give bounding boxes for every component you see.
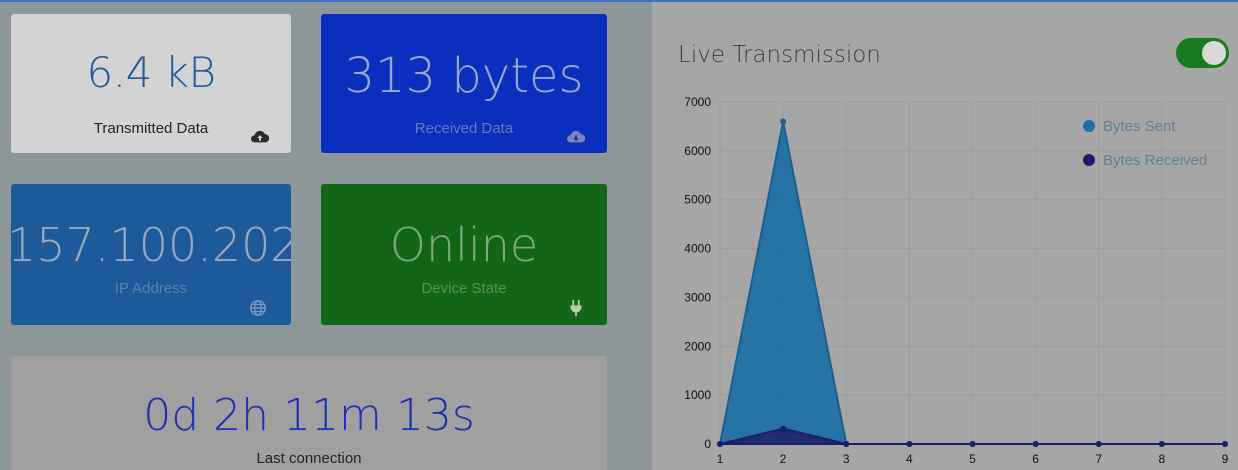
y-tick-label: 4000 — [684, 242, 711, 256]
ip-address-label: IP Address — [114, 280, 188, 297]
transmission-chart: 0 1000 2000 3000 4000 5000 6000 7000 1 2 3 4 5 6 7 8 9 By… — [684, 95, 1229, 466]
device-state-tile: Online Device State — [321, 184, 607, 325]
y-tick-label: 5000 — [684, 193, 711, 207]
transmitted-data-tile: 6.4 kB Transmitted Data — [11, 14, 291, 153]
data-point-bytes-received — [1095, 441, 1102, 447]
data-point-bytes-received — [843, 441, 850, 447]
y-tick-label: 7000 — [684, 95, 711, 109]
cloud-upload-icon — [251, 130, 269, 143]
ip-address-value: 157.100.202.84 — [11, 218, 291, 272]
x-tick-label: 6 — [1032, 452, 1039, 466]
legend-label: Bytes Sent — [1103, 118, 1176, 135]
device-state-label: Device State — [421, 280, 507, 297]
x-tick-label: 4 — [906, 452, 913, 466]
last-connection-tile: 0d 2h 11m 13s Last connection — [11, 356, 607, 470]
x-tick-label: 5 — [969, 452, 976, 466]
received-data-value: 313 bytes — [344, 48, 584, 104]
last-connection-label: Last connection — [256, 450, 362, 467]
legend-marker — [1083, 120, 1095, 132]
x-tick-label: 3 — [843, 452, 850, 466]
x-tick-label: 9 — [1222, 452, 1229, 466]
data-point-bytes-received — [1222, 441, 1228, 447]
data-point-bytes-received — [780, 425, 787, 432]
legend-label: Bytes Received — [1103, 152, 1207, 169]
globe-icon — [250, 300, 266, 316]
data-point-bytes-received — [969, 441, 976, 447]
legend-marker — [1083, 154, 1095, 166]
y-tick-label: 0 — [704, 437, 711, 451]
ip-address-tile: 157.100.202.84 IP Address — [11, 184, 291, 325]
x-tick-label: 7 — [1095, 452, 1102, 466]
live-toggle-switch[interactable] — [1176, 38, 1229, 68]
panel-title: Live Transmission — [678, 42, 881, 68]
y-tick-label: 3000 — [684, 290, 711, 304]
transmitted-data-label: Transmitted Data — [93, 120, 209, 137]
x-tick-label: 8 — [1159, 452, 1166, 466]
data-point-bytes-received — [717, 441, 723, 447]
y-tick-label: 1000 — [684, 388, 711, 402]
x-tick-label: 1 — [717, 452, 724, 466]
transmitted-data-value: 6.4 kB — [86, 48, 216, 97]
data-point-bytes-received — [1158, 441, 1165, 447]
cloud-download-icon — [567, 130, 585, 143]
data-point-bytes-received — [906, 441, 913, 447]
x-tick-label: 2 — [780, 452, 787, 466]
device-state-value: Online — [389, 218, 539, 272]
received-data-tile: 313 bytes Received Data — [321, 14, 607, 153]
y-tick-label: 6000 — [684, 144, 711, 158]
toggle-knob — [1202, 41, 1226, 65]
data-point-bytes-received — [1032, 441, 1039, 447]
last-connection-value: 0d 2h 11m 13s — [143, 390, 475, 441]
y-tick-label: 2000 — [684, 339, 711, 353]
received-data-label: Received Data — [414, 120, 514, 137]
plug-icon — [570, 299, 582, 317]
data-point-bytes-sent — [780, 118, 787, 125]
